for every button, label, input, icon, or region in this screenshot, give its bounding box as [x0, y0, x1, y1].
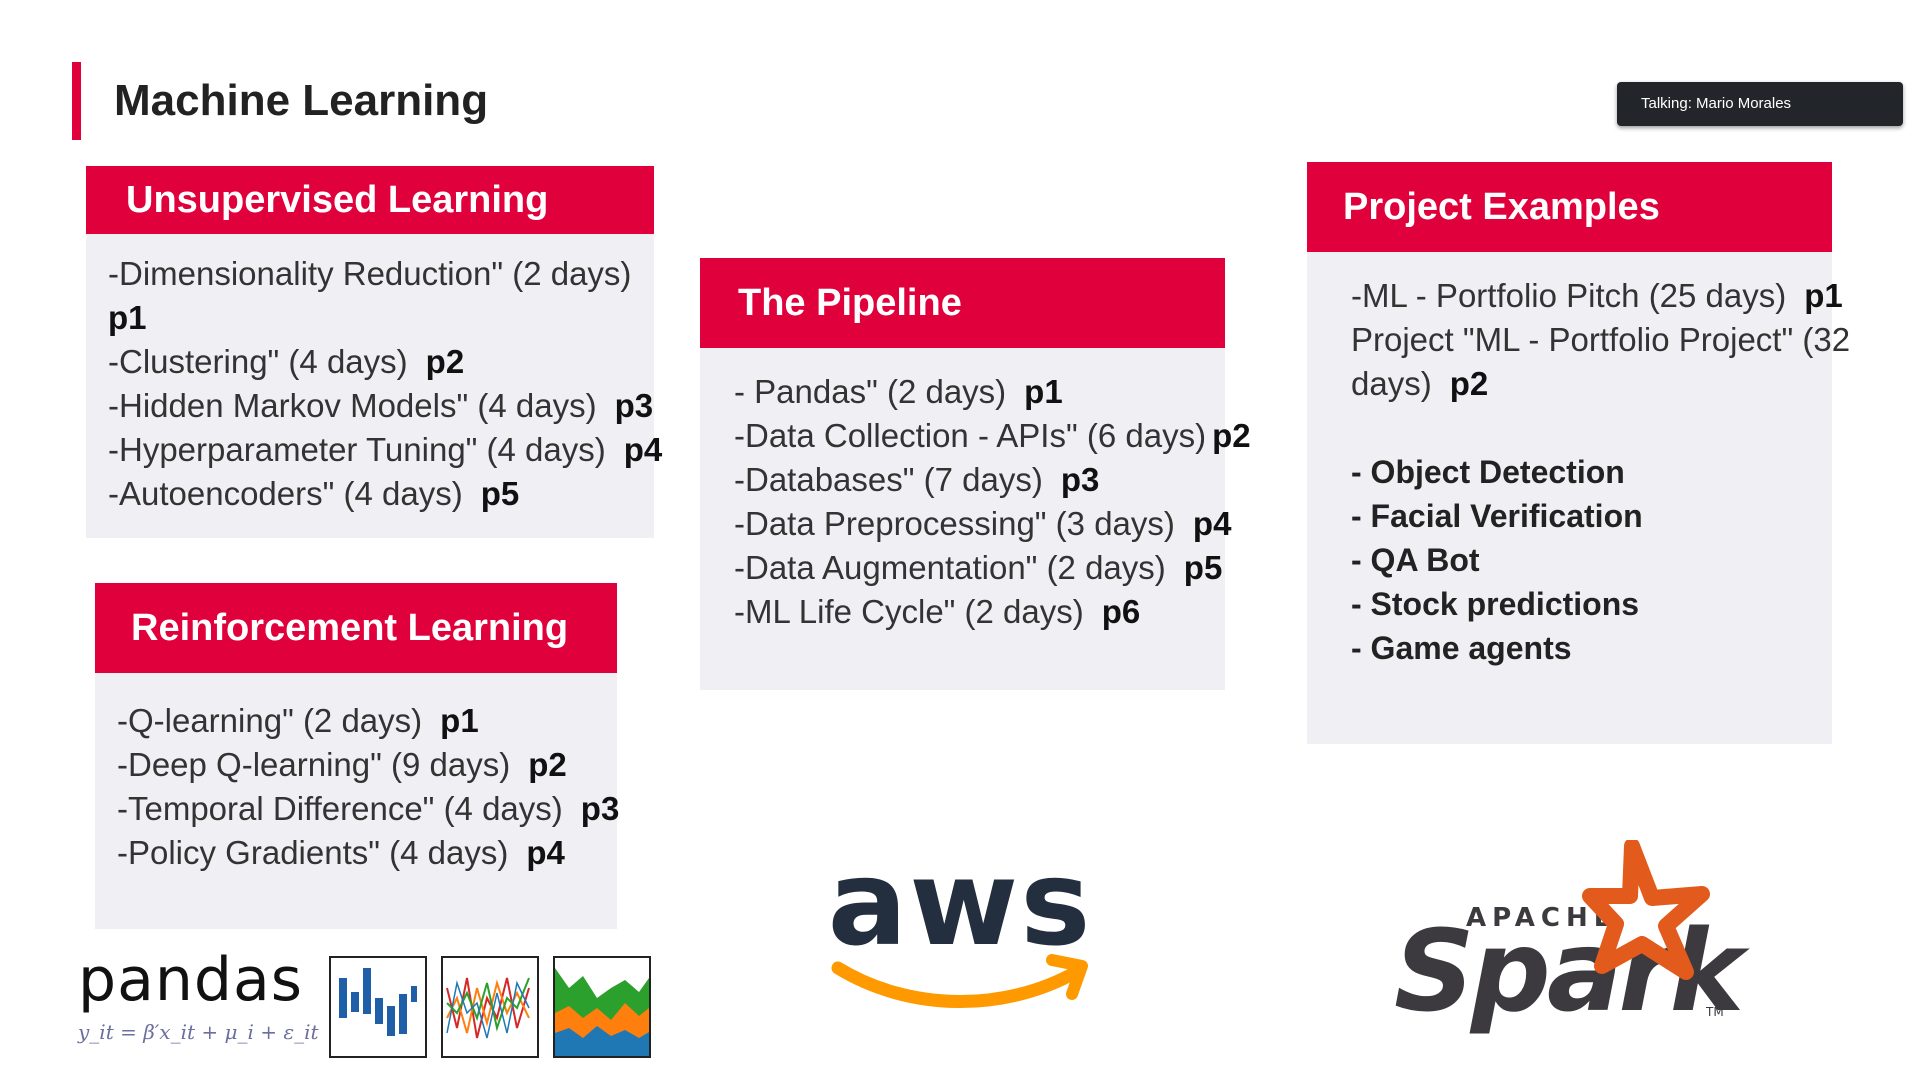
aws-wordmark: aws [828, 840, 1093, 972]
item-text: -Data Augmentation" (2 days) [734, 549, 1166, 586]
item-priority: p4 [526, 834, 565, 871]
reinforcement-list: -Q-learning" (2 days) p1 -Deep Q-learning… [95, 673, 620, 875]
item-text: -Autoencoders" (4 days) [108, 475, 463, 512]
item-text: -Q-learning" (2 days) [117, 702, 423, 739]
list-item: -Q-learning" (2 days) p1 [117, 699, 617, 743]
item-priority: p3 [614, 387, 654, 424]
item-priority: p3 [1060, 461, 1100, 498]
title-accent-bar [72, 62, 81, 140]
line-chart-thumbnail-icon [441, 956, 539, 1058]
list-item: -Data Preprocessing" (3 days) p4 [734, 502, 1231, 546]
item-text: - Pandas" (2 days) [734, 373, 1007, 410]
aws-smile-icon [831, 961, 1083, 1008]
list-item: -Deep Q-learning" (9 days) p2 [117, 743, 617, 787]
unsupervised-list: -Dimensionality Reduction" (2 days) p1 -… [86, 234, 662, 516]
slide-title: Machine Learning [114, 76, 489, 125]
item-priority: p1 [108, 299, 147, 336]
item-priority: p5 [1183, 549, 1223, 586]
item-priority: p4 [1192, 505, 1232, 542]
reinforcement-header: Reinforcement Learning [95, 583, 617, 673]
list-item: -Hidden Markov Models" (4 days) p3 [108, 384, 654, 428]
project-example: - Game agents [1351, 630, 1572, 666]
list-item: -Data Collection - APIs" (6 days) p2 [734, 414, 1251, 458]
list-item: - Pandas" (2 days) p1 [734, 370, 1225, 414]
list-item: -Autoencoders" (4 days) p5 [108, 472, 654, 516]
item-priority: p1 [440, 702, 479, 739]
projects-list: -ML - Portfolio Pitch (25 days) p1 Projec… [1307, 252, 1850, 670]
item-text: -Data Collection - APIs" (6 days) [734, 417, 1207, 454]
pipeline-header: The Pipeline [700, 258, 1225, 348]
list-item: -Dimensionality Reduction" (2 days) p1 [108, 252, 654, 340]
apache-spark-logo: APACHE Spark TM [1394, 840, 1755, 1037]
spark-wordmark: Spark [1394, 907, 1751, 1037]
pandas-wordmark: pandas [78, 945, 303, 1015]
item-priority: p5 [480, 475, 520, 512]
item-text: -Policy Gradients" (4 days) [117, 834, 509, 871]
projects-header: Project Examples [1307, 162, 1832, 252]
reinforcement-card: Reinforcement Learning -Q-learning" (2 d… [95, 583, 620, 929]
list-item: Project "ML - Portfolio Project" (32 [1351, 318, 1850, 362]
pipeline-list: - Pandas" (2 days) p1 -Data Collection - … [700, 348, 1251, 634]
item-priority: p2 [528, 746, 567, 783]
item-text: -ML Life Cycle" (2 days) [734, 593, 1084, 630]
item-text: -ML - Portfolio Pitch (25 days) [1351, 277, 1787, 314]
item-priority: p2 [1449, 365, 1489, 402]
list-item: -Policy Gradients" (4 days) p4 [117, 831, 617, 875]
list-item: -Clustering" (4 days) p2 [108, 340, 654, 384]
item-text: -Dimensionality Reduction" (2 days) [108, 255, 632, 292]
item-text: -Databases" (7 days) [734, 461, 1043, 498]
item-priority: p6 [1101, 593, 1141, 630]
item-text: -Deep Q-learning" (9 days) [117, 746, 511, 783]
item-priority: p1 [1804, 277, 1843, 314]
item-text: -Clustering" (4 days) [108, 343, 408, 380]
pandas-logo: pandas y_it = β′x_it + μ_i + ε_it [78, 950, 319, 1044]
project-example: - Stock predictions [1351, 586, 1640, 622]
list-item: -Data Augmentation" (2 days) p5 [734, 546, 1225, 590]
unsupervised-card: Unsupervised Learning -Dimensionality Re… [86, 166, 662, 538]
item-text: -Hidden Markov Models" (4 days) [108, 387, 597, 424]
item-text: -Hyperparameter Tuning" (4 days) [108, 431, 606, 468]
item-priority: p4 [623, 431, 663, 468]
aws-logo: aws [828, 840, 1093, 1008]
list-item: -Databases" (7 days) p3 [734, 458, 1225, 502]
spark-trademark: TM [1705, 1005, 1724, 1019]
item-text: -Temporal Difference" (4 days) [117, 790, 563, 827]
item-priority: p2 [1212, 417, 1251, 454]
talking-indicator: Talking: Mario Morales [1617, 82, 1903, 126]
list-item: -Hyperparameter Tuning" (4 days) p4 [108, 428, 662, 472]
area-chart-thumbnail-icon [553, 956, 651, 1058]
list-item: -ML Life Cycle" (2 days) p6 [734, 590, 1225, 634]
list-item: -Temporal Difference" (4 days) p3 [117, 787, 620, 831]
item-text: days) [1351, 365, 1432, 402]
project-example: - QA Bot [1351, 542, 1480, 578]
project-example: - Facial Verification [1351, 498, 1643, 534]
item-text: Project "ML - Portfolio Project" (32 [1351, 321, 1851, 358]
projects-card: Project Examples -ML - Portfolio Pitch (… [1307, 162, 1850, 744]
pipeline-card: The Pipeline - Pandas" (2 days) p1 -Data … [700, 258, 1251, 690]
unsupervised-header: Unsupervised Learning [86, 166, 654, 234]
bar-chart-thumbnail-icon [329, 956, 427, 1058]
item-priority: p1 [1024, 373, 1063, 410]
item-text: -Data Preprocessing" (3 days) [734, 505, 1175, 542]
item-priority: p3 [580, 790, 620, 827]
pandas-formula: y_it = β′x_it + μ_i + ε_it [78, 1020, 319, 1044]
list-item: days) p2 [1351, 362, 1832, 406]
project-example: - Object Detection [1351, 454, 1625, 490]
list-item: -ML - Portfolio Pitch (25 days) p1 [1351, 274, 1843, 318]
item-priority: p2 [425, 343, 465, 380]
